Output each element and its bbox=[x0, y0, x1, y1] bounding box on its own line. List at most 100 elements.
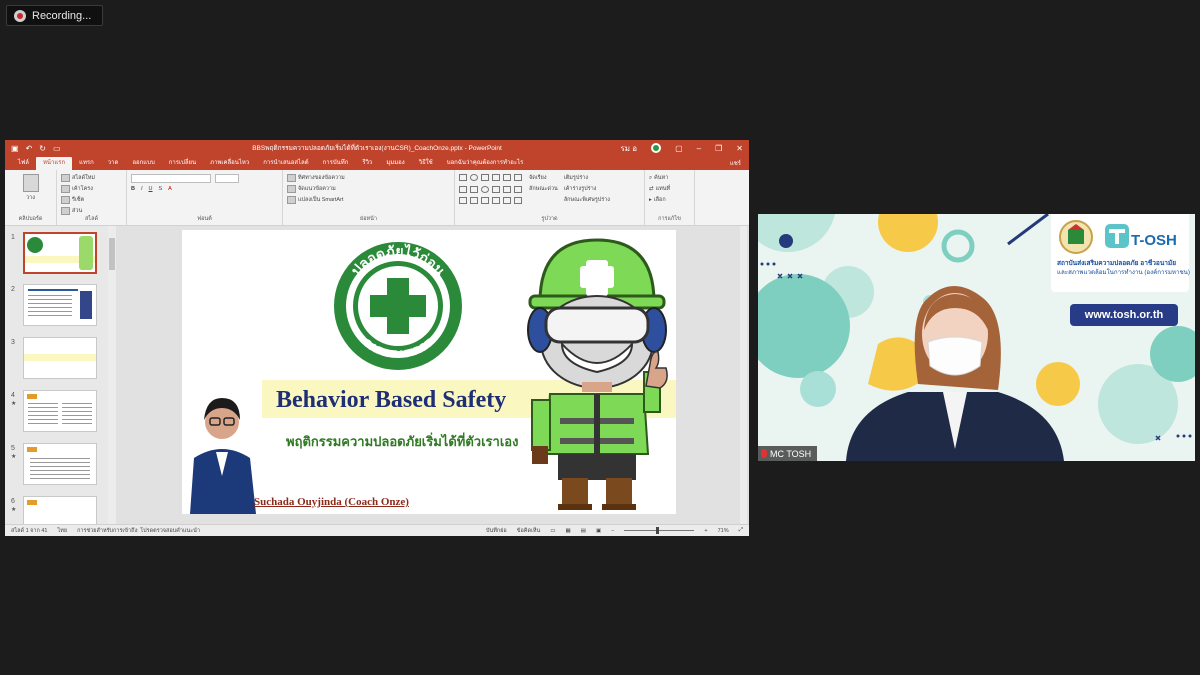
tab-record[interactable]: การบันทึก bbox=[316, 157, 356, 170]
accessibility-status[interactable]: การช่วยสำหรับการเข้าถึง: โปรดตรวจสอบคำแน… bbox=[77, 527, 200, 535]
slide-thumbnail[interactable] bbox=[23, 284, 97, 326]
underline-button[interactable]: U bbox=[149, 186, 153, 192]
animation-star-icon: ★ bbox=[11, 507, 17, 513]
group-clipboard: วาง คลิปบอร์ด bbox=[5, 170, 57, 225]
share-button[interactable]: แชร์ bbox=[730, 158, 741, 168]
tosh-logo-text: T-OSH bbox=[1131, 232, 1177, 249]
smartart-button[interactable]: แปลงเป็น SmartArt bbox=[287, 196, 450, 204]
slide-scrollbar[interactable] bbox=[740, 226, 747, 524]
paste-icon[interactable] bbox=[22, 174, 39, 192]
shape-fill-button[interactable]: เติมรูปร่าง bbox=[564, 174, 610, 182]
ribbon-display-icon[interactable]: ▢ bbox=[675, 144, 683, 153]
find-button[interactable]: ⌕ ค้นหา bbox=[649, 174, 690, 182]
font-name-input[interactable] bbox=[131, 174, 211, 183]
account-name[interactable]: รม อ bbox=[621, 142, 638, 155]
notes-button[interactable]: บันทึกย่อ bbox=[486, 527, 507, 535]
bold-button[interactable]: B bbox=[131, 186, 135, 192]
tab-animations[interactable]: ภาพเคลื่อนไหว bbox=[203, 157, 256, 170]
slide-number: 6 bbox=[11, 498, 15, 505]
layout-button[interactable]: เค้าโครง bbox=[61, 185, 122, 193]
tab-help[interactable]: วิธีใช้ bbox=[412, 157, 440, 170]
slide-thumbnail[interactable] bbox=[23, 337, 97, 379]
new-slide-button[interactable]: สไลด์ใหม่ bbox=[61, 174, 122, 182]
zoom-out-button[interactable]: − bbox=[611, 528, 614, 534]
section-button[interactable]: ส่วน bbox=[61, 207, 122, 215]
shape-outline-button[interactable]: เค้าร่างรูปร่าง bbox=[564, 185, 610, 193]
font-format-buttons: BIUSA bbox=[131, 186, 278, 192]
microphone-icon bbox=[761, 449, 767, 458]
tab-view[interactable]: มุมมอง bbox=[379, 157, 411, 170]
sorter-view-icon[interactable]: ▦ bbox=[566, 528, 571, 534]
maximize-icon[interactable]: ❐ bbox=[715, 144, 722, 153]
text-direction-button[interactable]: ทิศทางของข้อความ bbox=[287, 174, 450, 182]
quick-styles-button[interactable]: ลักษณะด่วน bbox=[529, 185, 558, 193]
slide-thumbnail[interactable] bbox=[23, 443, 97, 485]
recording-indicator[interactable]: Recording... bbox=[6, 5, 103, 26]
language-status[interactable]: ไทย bbox=[57, 527, 67, 535]
avatar[interactable] bbox=[651, 143, 662, 153]
close-icon[interactable]: ✕ bbox=[736, 144, 743, 153]
slide-counter: สไลด์ 1 จาก 41 bbox=[11, 527, 48, 534]
workspace: 1 2 3 4 ★ 5 ★ 6 ★ ปลอดภัยไว้ก่อน SAFETY … bbox=[5, 226, 749, 536]
minimize-icon[interactable]: – bbox=[697, 144, 701, 153]
italic-button[interactable]: I bbox=[141, 186, 143, 192]
slide-thumbnail[interactable] bbox=[23, 232, 97, 274]
org-name-line2: และสภาพแวดล้อมในการทำงาน (องค์การมหาชน) bbox=[1057, 269, 1190, 276]
slide-subtitle: พฤติกรรมความปลอดภัยเริ่มได้ที่ตัวเราเอง bbox=[286, 434, 519, 449]
thumbnail-scrollbar[interactable] bbox=[108, 226, 116, 524]
tab-review[interactable]: รีวิว bbox=[355, 157, 379, 170]
tosh-logo-icon bbox=[1105, 224, 1129, 248]
reset-icon bbox=[61, 196, 70, 204]
tab-draw[interactable]: วาด bbox=[101, 157, 126, 170]
font-color-icon[interactable]: A bbox=[168, 186, 172, 192]
shape-effects-button[interactable]: ลักษณะพิเศษรูปร่าง bbox=[564, 196, 610, 204]
arrange-button[interactable]: จัดเรียง bbox=[529, 174, 558, 182]
reset-button[interactable]: รีเซ็ต bbox=[61, 196, 122, 204]
clipboard-group-label: คลิปบอร์ด bbox=[18, 216, 43, 222]
zoom-level[interactable]: 71% bbox=[718, 528, 729, 534]
tab-insert[interactable]: แทรก bbox=[72, 157, 101, 170]
editing-group-label: การแก้ไข bbox=[658, 216, 681, 222]
replace-button[interactable]: ⇄ แทนที่ bbox=[649, 185, 690, 193]
normal-view-icon[interactable]: ▭ bbox=[550, 528, 555, 534]
tab-transitions[interactable]: การเปลี่ยน bbox=[162, 157, 203, 170]
tab-design[interactable]: ออกแบบ bbox=[125, 157, 161, 170]
ribbon: วาง คลิปบอร์ด สไลด์ใหม่ เค้าโครง รีเซ็ต … bbox=[5, 170, 749, 226]
paste-button[interactable]: วาง bbox=[9, 194, 52, 202]
powerpoint-window: ▣ ↶ ↻ ▭ BBSพฤติกรรมความปลอดภัยเริ่มได้ที… bbox=[5, 140, 749, 536]
tab-slideshow[interactable]: การนำเสนอสไลด์ bbox=[256, 157, 315, 170]
font-size-input[interactable] bbox=[215, 174, 239, 183]
comments-button[interactable]: ข้อคิดเห็น bbox=[517, 527, 541, 535]
shapes-gallery[interactable] bbox=[459, 174, 523, 207]
website-url: www.tosh.or.th bbox=[1070, 304, 1178, 326]
paragraph-group-label: ย่อหน้า bbox=[360, 216, 377, 222]
participant-video-tile[interactable]: T-OSH สถาบันส่งเสริมความปลอดภัย อาชีวอนา… bbox=[758, 214, 1195, 461]
safety-worker-illustration bbox=[527, 238, 668, 510]
slide-title: Behavior Based Safety bbox=[276, 387, 507, 413]
strikethrough-button[interactable]: S bbox=[159, 186, 163, 192]
slide-thumbnail[interactable] bbox=[23, 390, 97, 432]
align-text-button[interactable]: จัดแนวข้อความ bbox=[287, 185, 450, 193]
font-group-label: ฟอนต์ bbox=[197, 216, 212, 222]
replace-icon: ⇄ bbox=[649, 186, 654, 192]
record-icon bbox=[14, 9, 26, 22]
select-button[interactable]: ▸ เลือก bbox=[649, 196, 690, 204]
slide-number: 2 bbox=[11, 286, 15, 293]
fit-slide-icon[interactable]: ⤢ bbox=[739, 527, 743, 534]
participant-name-tag: MC TOSH bbox=[758, 446, 818, 461]
reading-view-icon[interactable]: ▤ bbox=[581, 528, 586, 534]
search-icon: ⌕ bbox=[649, 174, 653, 181]
animation-star-icon: ★ bbox=[11, 401, 17, 407]
tab-home[interactable]: หน้าแรก bbox=[35, 157, 73, 170]
group-font: BIUSA ฟอนต์ bbox=[127, 170, 283, 225]
slide-thumbnail-pane[interactable]: 1 2 3 4 ★ 5 ★ 6 ★ bbox=[5, 226, 116, 536]
zoom-slider[interactable] bbox=[624, 527, 695, 534]
group-drawing: จัดเรียง ลักษณะด่วน เติมรูปร่าง เค้าร่าง… bbox=[455, 170, 645, 225]
tab-file[interactable]: ไฟล์ bbox=[11, 157, 36, 170]
zoom-in-button[interactable]: + bbox=[704, 528, 707, 534]
slideshow-view-icon[interactable]: ▣ bbox=[596, 528, 601, 534]
animation-star-icon: ★ bbox=[11, 454, 17, 460]
slide-canvas[interactable]: ปลอดภัยไว้ก่อน SAFETY FIRST Behavior Bas… bbox=[182, 230, 676, 514]
tell-me-search[interactable]: บอกฉันว่าคุณต้องการทำอะไร bbox=[440, 157, 531, 170]
recording-label: Recording... bbox=[32, 9, 92, 22]
